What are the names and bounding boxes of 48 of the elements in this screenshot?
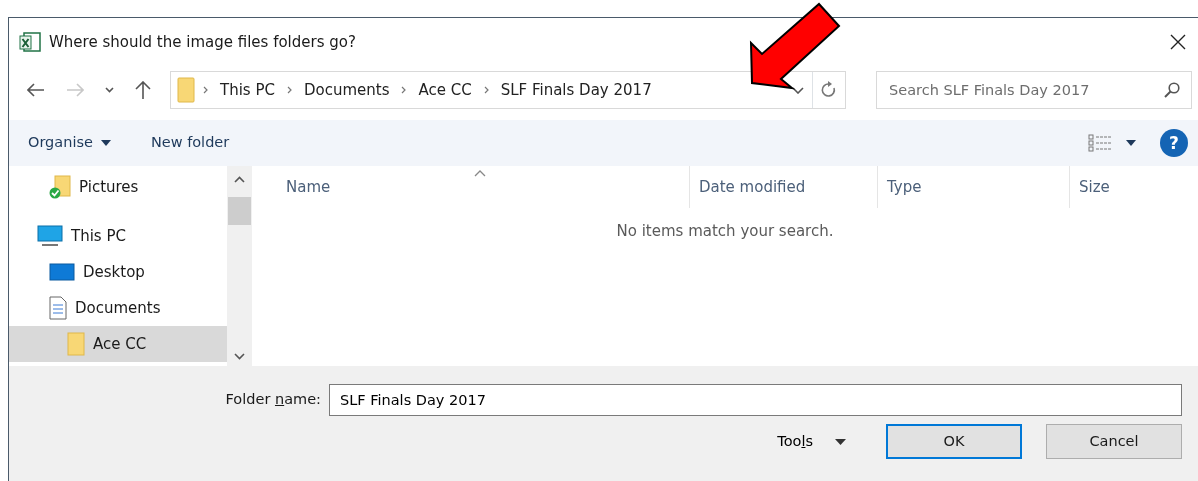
chevron-icon bbox=[483, 86, 489, 94]
chevron-icon bbox=[286, 86, 292, 94]
search-icon bbox=[1164, 82, 1180, 98]
computer-icon bbox=[37, 225, 63, 247]
document-icon bbox=[49, 296, 67, 320]
sidebar-item[interactable]: Documents bbox=[9, 290, 227, 326]
chevron-down-icon bbox=[105, 87, 114, 93]
breadcrumb-item[interactable]: Documents bbox=[299, 78, 394, 102]
search-field[interactable]: Search SLF Finals Day 2017 bbox=[876, 71, 1192, 109]
column-header[interactable]: Type bbox=[878, 166, 1070, 208]
address-bar[interactable]: This PC Documents Ace CC SLF Finals Day 2017 bbox=[170, 71, 846, 109]
sidebar-item[interactable]: This PC bbox=[9, 218, 227, 254]
organise-menu[interactable]: Organise bbox=[28, 130, 111, 156]
pictures-folder-icon bbox=[49, 175, 71, 199]
refresh-icon bbox=[821, 81, 837, 99]
column-header[interactable]: Size bbox=[1070, 166, 1190, 208]
folder-icon bbox=[177, 77, 195, 103]
empty-message: No items match your search. bbox=[615, 221, 835, 242]
scroll-down-button[interactable] bbox=[234, 353, 245, 360]
tools-menu[interactable]: Tools bbox=[771, 429, 852, 454]
folder-name-field[interactable]: SLF Finals Day 2017 bbox=[329, 384, 1182, 416]
cancel-button[interactable]: Cancel bbox=[1046, 424, 1182, 459]
desktop-icon bbox=[49, 263, 75, 281]
chevron-icon bbox=[203, 86, 208, 94]
spreadsheet-app-icon bbox=[19, 32, 41, 52]
folder-icon bbox=[67, 332, 85, 356]
sidebar-item[interactable]: Desktop bbox=[9, 254, 227, 290]
chevron-down-icon bbox=[792, 86, 804, 94]
chevron-icon bbox=[401, 86, 407, 94]
scroll-up-button[interactable] bbox=[234, 176, 245, 183]
ok-button[interactable]: OK bbox=[886, 424, 1022, 459]
sidebar-item[interactable]: Pictures bbox=[9, 166, 227, 208]
caret-icon bbox=[100, 140, 111, 146]
sidebar-item[interactable]: Ace CC bbox=[9, 326, 227, 362]
close-icon bbox=[1170, 34, 1186, 50]
breadcrumb-item[interactable]: Ace CC bbox=[414, 78, 476, 102]
view-options-button[interactable] bbox=[1088, 132, 1136, 154]
caret-icon bbox=[1126, 140, 1136, 146]
breadcrumb-item[interactable]: SLF Finals Day 2017 bbox=[496, 78, 656, 102]
scrollbar-thumb[interactable] bbox=[228, 197, 251, 225]
window-title: Where should the image files folders go? bbox=[49, 31, 356, 53]
column-header[interactable]: Date modified bbox=[690, 166, 878, 208]
field-label: Folder name: bbox=[225, 390, 321, 410]
help-button[interactable]: ? bbox=[1160, 129, 1188, 157]
new-folder-button[interactable]: New folder bbox=[150, 130, 230, 156]
caret-icon bbox=[835, 438, 846, 445]
column-header[interactable]: Name bbox=[252, 166, 690, 208]
breadcrumb-item[interactable]: This PC bbox=[216, 78, 279, 102]
